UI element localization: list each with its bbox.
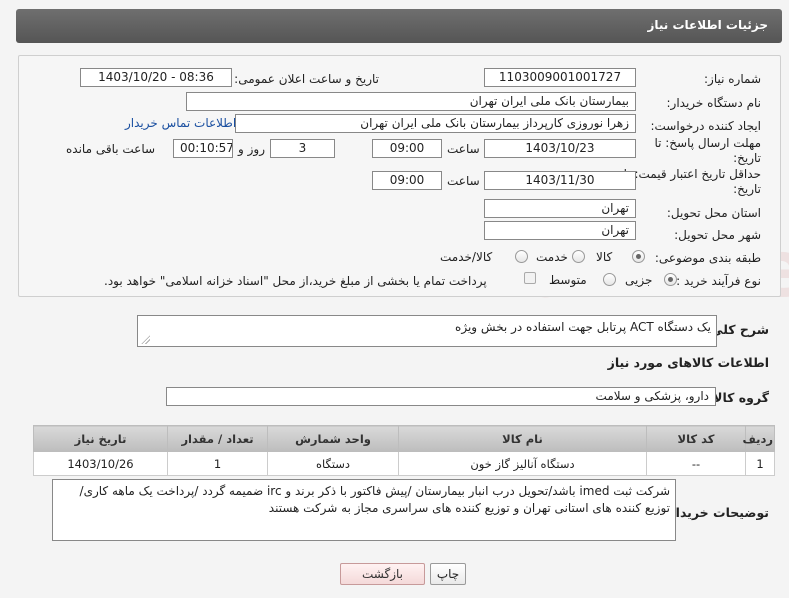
col-header-quantity: تعداد / مقدار (167, 425, 268, 452)
table-header-row: ردیف کد کالا نام کالا واحد شمارش تعداد /… (33, 425, 775, 452)
cell-row-number: 1 (745, 451, 775, 476)
resize-grip-icon[interactable] (141, 335, 150, 344)
reply-time-label: ساعت (447, 142, 480, 156)
days-remaining-field[interactable]: 3 (270, 139, 335, 158)
treasury-payment-note: پرداخت تمام یا بخشی از مبلغ خرید،از محل … (104, 274, 487, 288)
category-label: طبقه بندی موضوعی: (654, 251, 761, 265)
buyer-org-label: نام دستگاه خریدار: (666, 96, 762, 110)
province-label: استان محل تحویل: (666, 206, 761, 220)
buyer-org-field[interactable]: بیمارستان بانک ملی ایران تهران (186, 92, 636, 111)
process-option-medium: متوسط (549, 273, 587, 287)
cell-quantity: 1 (167, 451, 268, 476)
buyer-notes-label: توضیحات خریدار: (663, 505, 769, 520)
city-label: شهر محل تحویل: (674, 228, 761, 242)
process-option-minor: جزیی (625, 273, 653, 287)
print-button[interactable]: چاپ (430, 563, 466, 585)
buyer-notes-textarea[interactable]: شرکت ثبت imed باشد/تحویل درب انبار بیمار… (52, 479, 676, 541)
reply-deadline-label: مهلت ارسال پاسخ: تا تاریخ: (654, 136, 761, 165)
process-radio-medium[interactable] (603, 273, 616, 286)
creator-field[interactable]: زهرا نوروزی کارپرداز بیمارستان بانک ملی … (235, 114, 636, 133)
announce-date-label: تاریخ و ساعت اعلان عمومی: (234, 72, 379, 86)
price-time-label: ساعت (447, 174, 480, 188)
col-header-goods-name: نام کالا (398, 425, 647, 452)
col-header-unit: واحد شمارش (267, 425, 399, 452)
category-option-goods: کالا (596, 250, 613, 264)
header-bar: جزئیات اطلاعات نیاز (16, 9, 782, 43)
back-button[interactable]: بازگشت (340, 563, 425, 585)
announce-date-field[interactable]: 1403/10/20 - 08:36 (80, 68, 232, 87)
cell-goods-name: دستگاه آنالیز گاز خون (398, 451, 647, 476)
goods-group-label: گروه کالا: (708, 390, 769, 405)
reply-time-field[interactable]: 09:00 (372, 139, 442, 158)
process-radio-minor[interactable] (664, 273, 677, 286)
province-field[interactable]: تهران (484, 199, 636, 218)
col-header-goods-code: کد کالا (646, 425, 746, 452)
process-label: نوع فرآیند خرید : (676, 274, 761, 288)
table-row[interactable]: 1 -- دستگاه آنالیز گاز خون دستگاه 1 1403… (33, 451, 775, 476)
cell-need-date: 1403/10/26 (33, 451, 168, 476)
col-header-need-date: تاریخ نیاز (33, 425, 168, 452)
cell-goods-code: -- (646, 451, 746, 476)
category-option-service: خدمت (536, 250, 568, 264)
goods-group-field[interactable]: دارو، پزشکی و سلامت (166, 387, 716, 406)
category-radio-goods-service[interactable] (515, 250, 528, 263)
goods-section-title: اطلاعات کالاهای مورد نیاز (607, 355, 769, 370)
creator-label: ایجاد کننده درخواست: (650, 119, 761, 133)
treasury-payment-checkbox[interactable] (524, 272, 536, 284)
description-textarea[interactable]: یک دستگاه ACT پرتابل جهت استفاده در بخش … (137, 315, 717, 347)
page-title: جزئیات اطلاعات نیاز (647, 18, 768, 32)
category-radio-service[interactable] (572, 250, 585, 263)
city-field[interactable]: تهران (484, 221, 636, 240)
buyer-notes-text: شرکت ثبت imed باشد/تحویل درب انبار بیمار… (79, 484, 670, 515)
col-header-row-number: ردیف (742, 425, 775, 452)
category-radio-goods[interactable] (632, 250, 645, 263)
description-text: یک دستگاه ACT پرتابل جهت استفاده در بخش … (455, 320, 711, 334)
category-option-goods-service: کالا/خدمت (440, 250, 493, 264)
price-validity-time-field[interactable]: 09:00 (372, 171, 442, 190)
need-number-field[interactable]: 1103009001001727 (484, 68, 636, 87)
buyer-contact-link[interactable]: اطلاعات تماس خریدار (125, 116, 236, 130)
price-validity-date-field[interactable]: 1403/11/30 (484, 171, 636, 190)
need-number-label: شماره نیاز: (704, 72, 761, 86)
goods-table-wrapper: ردیف کد کالا نام کالا واحد شمارش تعداد /… (33, 425, 775, 476)
goods-table: ردیف کد کالا نام کالا واحد شمارش تعداد /… (33, 425, 775, 476)
reply-date-field[interactable]: 1403/10/23 (484, 139, 636, 158)
days-label: روز و (238, 142, 265, 156)
remaining-time-label: ساعت باقی مانده (66, 142, 156, 156)
remaining-time-field[interactable]: 00:10:57 (173, 139, 233, 158)
cell-unit: دستگاه (267, 451, 399, 476)
